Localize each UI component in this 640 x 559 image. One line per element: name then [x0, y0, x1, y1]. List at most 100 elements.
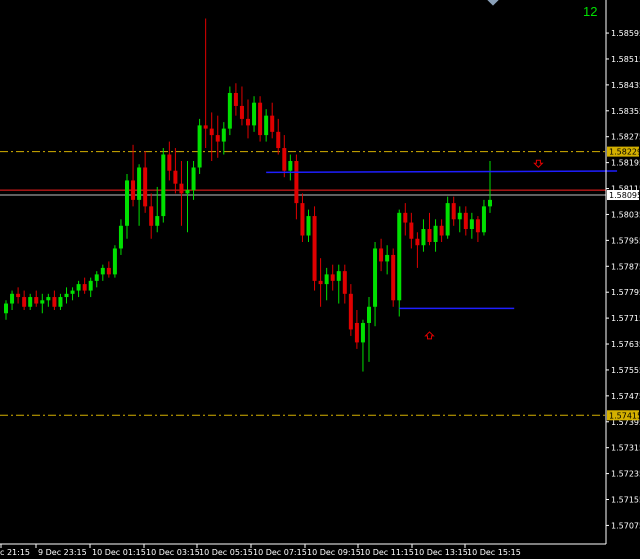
candle-body: [469, 219, 474, 230]
candle-body: [118, 225, 123, 249]
time-tick-label: 10 Dec 13:15: [414, 548, 468, 557]
candle-body: [360, 322, 365, 343]
price-tick-label: 1.57155: [611, 496, 640, 505]
candle-body: [46, 297, 51, 301]
candle-body: [137, 167, 142, 200]
candle-body: [185, 190, 190, 194]
time-tick-label: 10 Dec 15:15: [467, 548, 521, 557]
candle-body: [312, 216, 317, 281]
candle-body: [336, 271, 341, 281]
candle-body: [16, 293, 21, 298]
candle-body: [34, 297, 39, 304]
price-tick-label: 1.58435: [611, 81, 640, 90]
candle-body: [52, 297, 57, 307]
candle-body: [475, 219, 480, 233]
candle-body: [149, 206, 154, 226]
candle-body: [427, 229, 432, 242]
candle-body: [342, 271, 347, 294]
candle-body: [463, 212, 468, 230]
price-tick-label: 1.57715: [611, 314, 640, 323]
candle-body: [481, 206, 486, 233]
time-tick-label: 10 Dec 11:15: [360, 548, 414, 557]
price-tick-label: 1.57315: [611, 444, 640, 453]
candle-body: [143, 167, 148, 207]
price-chart[interactable]: 1.58595 1.58515 1.58435 1.58355 1.58275 1.581…: [0, 0, 640, 559]
candle-body: [451, 203, 456, 220]
price-tick-label: 1.58355: [611, 107, 640, 116]
price-tick-label: 1.58275: [611, 133, 640, 142]
candle-body: [70, 290, 75, 294]
candle-body: [421, 229, 426, 246]
price-tick-label: 1.58035: [611, 210, 640, 219]
candle-body: [258, 102, 263, 136]
candle-body: [318, 280, 323, 285]
candle-body: [88, 280, 93, 291]
candle: [227, 86, 232, 136]
candle-body: [167, 154, 172, 171]
candle: [312, 206, 317, 291]
candle-body: [300, 203, 305, 236]
candle-body: [409, 222, 414, 239]
candle-body: [161, 154, 166, 217]
candle-body: [239, 105, 244, 119]
candle-body: [82, 284, 87, 291]
candle-body: [403, 212, 408, 223]
candle-body: [125, 180, 129, 226]
candle-body: [94, 274, 99, 281]
candle-body: [457, 212, 462, 220]
candle: [391, 248, 396, 307]
candle-body: [28, 297, 33, 307]
price-level-label: 1.58229: [609, 148, 640, 157]
candle: [258, 96, 263, 142]
candle-body: [445, 203, 450, 236]
time-tick-label: 9 Dec 23:15: [38, 548, 87, 557]
candle-body: [131, 180, 136, 200]
candle-body: [209, 128, 214, 136]
candle-body: [40, 300, 45, 304]
price-tick-label: 1.57075: [611, 521, 640, 530]
candle-body: [221, 128, 226, 142]
candle-body: [246, 118, 250, 126]
price-tick-label: 1.58595: [611, 29, 640, 38]
candle-body: [155, 216, 160, 226]
candle-body: [215, 135, 220, 142]
candle-body: [112, 248, 117, 275]
candle-body: [367, 306, 371, 323]
candle-body: [203, 125, 208, 129]
time-tick-label: 10 Dec 07:15: [253, 548, 307, 557]
bar-counter: 12: [583, 4, 598, 19]
candle-body: [348, 293, 353, 330]
candle-body: [282, 148, 287, 171]
candle-body: [397, 212, 402, 301]
candle-body: [100, 267, 105, 275]
candle-body: [179, 183, 184, 194]
candle-body: [488, 199, 492, 207]
candle-body: [58, 297, 63, 307]
candle-body: [227, 92, 232, 129]
candle-body: [270, 115, 275, 132]
candle-body: [433, 225, 438, 242]
candle: [112, 245, 117, 278]
time-tick-label: 10 Dec 05:15: [199, 548, 253, 557]
candle-body: [294, 161, 299, 204]
price-tick-label: 1.57555: [611, 366, 640, 375]
candle-body: [373, 248, 378, 307]
candle-body: [276, 131, 281, 149]
candle-body: [191, 167, 196, 191]
time-tick-label: 10 Dec 01:15: [92, 548, 146, 557]
price-tick-label: 1.58515: [611, 55, 640, 64]
price-tick-label: 1.57795: [611, 288, 640, 297]
price-tick-label: 1.57235: [611, 470, 640, 479]
candle-body: [391, 254, 396, 301]
candle-body: [252, 102, 257, 126]
candle: [161, 148, 166, 223]
candle: [197, 118, 202, 174]
candle-body: [306, 216, 311, 236]
candle-body: [197, 125, 202, 168]
candle-body: [4, 303, 8, 314]
time-tick-label: c 21:15: [0, 548, 30, 557]
candle-body: [264, 115, 269, 136]
price-tick-label: 1.57635: [611, 340, 640, 349]
candle-body: [379, 248, 384, 262]
price-tick-label: 1.57475: [611, 392, 640, 401]
